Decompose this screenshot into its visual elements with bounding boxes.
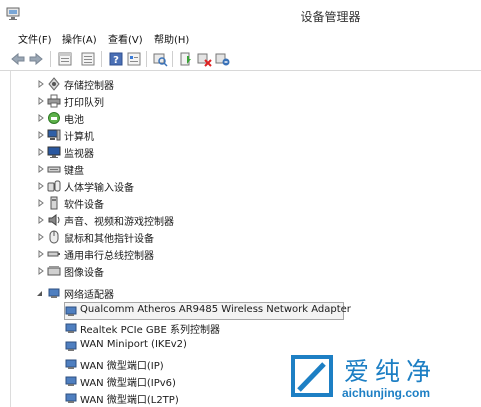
expand-arrow-icon[interactable] bbox=[37, 215, 45, 225]
network-adapter-icon bbox=[65, 306, 77, 316]
network-adapter-icon bbox=[65, 376, 77, 386]
tree-item-label: 图像设备 bbox=[64, 268, 104, 279]
tree-item-label: Realtek PCIe GBE 系列控制器 bbox=[80, 325, 220, 336]
tree-item-label: WAN 微型端口(IP) bbox=[80, 361, 164, 372]
toolbar-separator bbox=[101, 51, 102, 67]
tree-item-label: 软件设备 bbox=[64, 200, 104, 211]
svg-text:?: ? bbox=[113, 55, 119, 66]
tree-item-computer[interactable]: 计算机 bbox=[11, 127, 451, 144]
disable-device-icon[interactable] bbox=[196, 51, 212, 67]
monitor-icon bbox=[47, 146, 61, 158]
collapse-arrow-icon[interactable] bbox=[36, 288, 44, 298]
tree-item-network-adapters[interactable]: 网络适配器 bbox=[11, 285, 451, 302]
printer-icon bbox=[47, 94, 61, 108]
tree-item-label: 声音、视频和游戏控制器 bbox=[64, 217, 174, 228]
tree-item-label: Qualcomm Atheros AR9485 Wireless Network… bbox=[80, 304, 351, 315]
expand-arrow-icon[interactable] bbox=[37, 79, 45, 89]
tree-item-label: 打印队列 bbox=[64, 98, 104, 109]
tree-item-batteries[interactable]: 电池 bbox=[11, 110, 451, 127]
network-adapter-icon bbox=[65, 323, 77, 333]
network-adapter-icon bbox=[65, 341, 77, 351]
expand-arrow-icon[interactable] bbox=[37, 181, 45, 191]
expand-arrow-icon[interactable] bbox=[37, 113, 45, 123]
usb-icon bbox=[47, 251, 60, 257]
expand-arrow-icon[interactable] bbox=[37, 266, 45, 276]
tree-item-label: WAN 微型端口(IPv6) bbox=[80, 378, 176, 389]
menu-action[interactable]: 操作(A) bbox=[62, 31, 97, 46]
window-title: 设备管理器 bbox=[300, 10, 361, 24]
tree-item-label: 计算机 bbox=[64, 132, 94, 143]
toolbar-separator bbox=[172, 51, 173, 67]
expand-arrow-icon[interactable] bbox=[37, 198, 45, 208]
tree-item-sound-video-game[interactable]: 声音、视频和游戏控制器 bbox=[11, 212, 451, 229]
tree-item-monitors[interactable]: 监视器 bbox=[11, 144, 451, 161]
tree-item-usb-controllers[interactable]: 通用串行总线控制器 bbox=[11, 246, 451, 263]
watermark: 爱纯净 aichunjing.com bbox=[288, 350, 478, 406]
expand-arrow-icon[interactable] bbox=[37, 164, 45, 174]
menu-bar: 文件(F) 操作(A) 查看(V) 帮助(H) bbox=[0, 28, 481, 47]
tree-item-label: 存储控制器 bbox=[64, 81, 114, 92]
expand-arrow-icon[interactable] bbox=[37, 96, 45, 106]
keyboard-icon bbox=[47, 166, 61, 173]
menu-help[interactable]: 帮助(H) bbox=[154, 31, 189, 46]
forward-icon[interactable] bbox=[28, 51, 44, 67]
expand-arrow-icon[interactable] bbox=[37, 232, 45, 242]
tree-item-label: 鼠标和其他指针设备 bbox=[64, 234, 154, 245]
properties-icon[interactable] bbox=[126, 51, 142, 67]
tree-item-qualcomm-adapter[interactable]: Qualcomm Atheros AR9485 Wireless Network… bbox=[11, 303, 451, 320]
scan-icon[interactable] bbox=[152, 51, 168, 67]
network-adapter-icon bbox=[65, 359, 77, 369]
expand-arrow-icon[interactable] bbox=[37, 130, 45, 140]
tree-item-label: 网络适配器 bbox=[64, 290, 114, 301]
tree-item-label: WAN 微型端口(L2TP) bbox=[80, 395, 179, 406]
tree-item-storage-controllers[interactable]: 存储控制器 bbox=[11, 76, 451, 93]
menu-view[interactable]: 查看(V) bbox=[108, 31, 143, 46]
tree-item-mice[interactable]: 鼠标和其他指针设备 bbox=[11, 229, 451, 246]
tree-item-label: 电池 bbox=[64, 115, 84, 126]
tree-item-hid[interactable]: 人体学输入设备 bbox=[11, 178, 451, 195]
title-bar: 设备管理器 bbox=[0, 0, 481, 28]
mouse-icon bbox=[49, 230, 59, 244]
hid-icon bbox=[47, 180, 61, 192]
toolbar-separator bbox=[50, 51, 51, 67]
expand-arrow-icon[interactable] bbox=[37, 147, 45, 157]
view-icon[interactable] bbox=[57, 51, 73, 67]
watermark-brand: 爱纯净 bbox=[344, 357, 438, 386]
software-device-icon bbox=[50, 196, 58, 210]
tree-item-keyboards[interactable]: 键盘 bbox=[11, 161, 451, 178]
network-adapter-icon bbox=[48, 288, 60, 298]
computer-icon bbox=[47, 129, 61, 141]
help-icon[interactable]: ? bbox=[108, 51, 124, 67]
update-driver-icon[interactable] bbox=[178, 51, 194, 67]
tree-item-label: 人体学输入设备 bbox=[64, 183, 134, 194]
imaging-icon bbox=[47, 266, 61, 276]
toolbar-separator bbox=[146, 51, 147, 67]
list-icon[interactable] bbox=[80, 51, 96, 67]
storage-controller-icon bbox=[48, 77, 60, 91]
network-adapter-icon bbox=[65, 393, 77, 403]
menu-file[interactable]: 文件(F) bbox=[18, 31, 52, 46]
battery-icon bbox=[48, 112, 60, 124]
sound-icon bbox=[48, 214, 60, 226]
tree-item-print-queues[interactable]: 打印队列 bbox=[11, 93, 451, 110]
tree-item-imaging-devices[interactable]: 图像设备 bbox=[11, 263, 451, 280]
tree-item-software-devices[interactable]: 软件设备 bbox=[11, 195, 451, 212]
toolbar: ? bbox=[0, 48, 481, 71]
expand-arrow-icon[interactable] bbox=[37, 249, 45, 259]
tree-item-realtek-adapter[interactable]: Realtek PCIe GBE 系列控制器 bbox=[11, 320, 451, 337]
watermark-url: aichunjing.com bbox=[342, 386, 431, 400]
tree-item-label: 键盘 bbox=[64, 166, 84, 177]
tree-item-label: WAN Miniport (IKEv2) bbox=[80, 339, 187, 350]
tree-item-label: 监视器 bbox=[64, 149, 94, 160]
back-icon[interactable] bbox=[10, 51, 26, 67]
tree-item-label: 通用串行总线控制器 bbox=[64, 251, 154, 262]
watermark-logo-icon bbox=[291, 355, 333, 397]
uninstall-icon[interactable] bbox=[214, 51, 230, 67]
